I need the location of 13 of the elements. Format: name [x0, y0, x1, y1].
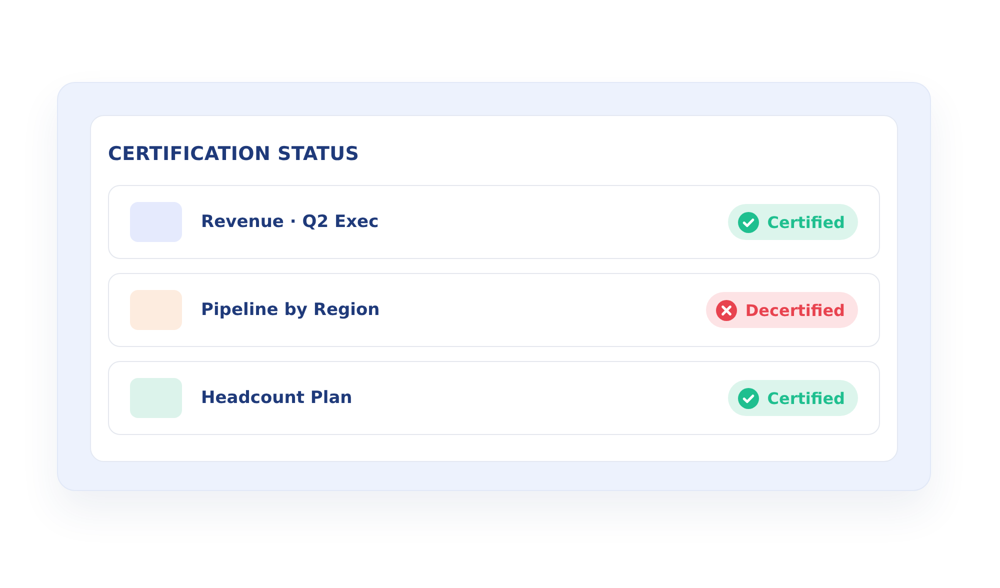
- item-name: Pipeline by Region: [201, 300, 381, 320]
- list-row[interactable]: Pipeline by Region Decertified: [108, 273, 880, 347]
- card-title: CERTIFICATION STATUS: [108, 142, 360, 166]
- status-badge: Certified: [728, 380, 858, 416]
- list-row[interactable]: Headcount Plan Certified: [108, 361, 880, 435]
- status-badge: Certified: [728, 204, 858, 240]
- status-badge: Decertified: [706, 292, 858, 328]
- list-row[interactable]: Revenue · Q2 Exec Certified: [108, 185, 880, 259]
- close-circle-icon: [716, 300, 738, 320]
- check-circle-icon: [738, 388, 760, 408]
- check-circle-icon: [738, 212, 760, 232]
- item-name: Revenue · Q2 Exec: [201, 212, 380, 232]
- item-name: Headcount Plan: [201, 388, 354, 408]
